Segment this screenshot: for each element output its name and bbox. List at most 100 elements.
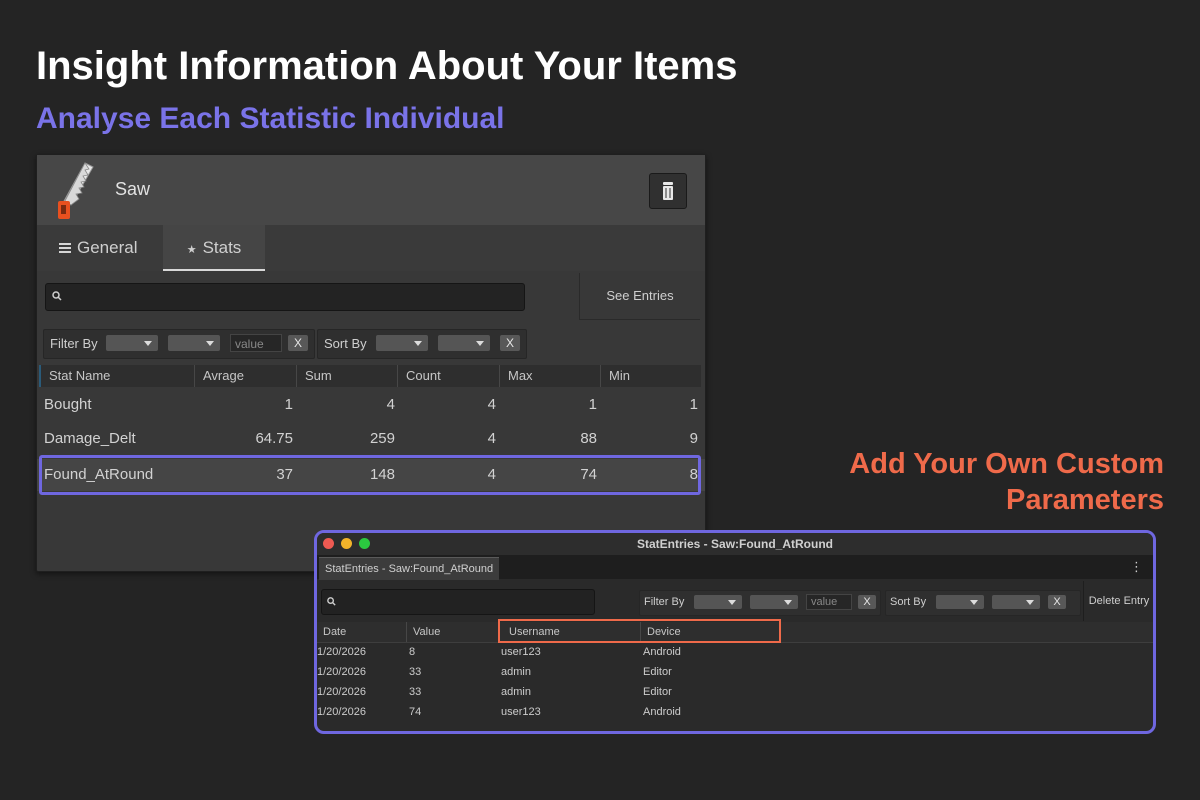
entries-filter-group: Filter By value X — [639, 590, 881, 616]
tab-stats-label: Stats — [202, 238, 242, 257]
tab-general[interactable]: General — [59, 225, 137, 271]
table-row[interactable]: Damage_Delt 64.75 259 4 88 9 — [37, 423, 705, 455]
entry-value: 33 — [409, 666, 422, 678]
entry-username: user123 — [501, 706, 541, 718]
sort-group: Sort By X — [317, 329, 527, 359]
column-header[interactable]: Count — [398, 365, 500, 387]
sort-clear-button[interactable]: X — [500, 335, 520, 351]
filter-value-input[interactable]: value — [806, 594, 852, 610]
entry-value: 8 — [409, 646, 416, 658]
filter-clear-button[interactable]: X — [858, 595, 876, 609]
filter-group: Filter By value X — [43, 329, 315, 359]
entry-date: 1/20/2026 — [317, 686, 366, 698]
entry-value: 33 — [409, 686, 422, 698]
window-titlebar: StatEntries - Saw:Found_AtRound — [317, 533, 1153, 555]
saw-icon — [58, 162, 94, 219]
stat-min: 9 — [689, 430, 698, 447]
entry-username: user123 — [501, 646, 541, 658]
filter-label: Filter By — [644, 596, 685, 608]
entry-device: Android — [643, 646, 681, 658]
list-icon — [59, 243, 71, 253]
sort-order-dropdown[interactable] — [438, 335, 490, 351]
trash-icon — [663, 182, 673, 200]
stat-sum: 259 — [369, 430, 395, 447]
kebab-icon[interactable]: ⋮ — [1130, 559, 1143, 575]
chevron-down-icon — [728, 600, 736, 605]
search-icon — [52, 291, 62, 301]
window-title: StatEntries - Saw:Found_AtRound — [637, 537, 833, 551]
item-name: Saw — [115, 179, 151, 199]
table-row[interactable]: 1/20/2026 74 user123 Android — [317, 702, 1153, 722]
stat-average: 64.75 — [255, 430, 293, 447]
stats-search-input[interactable] — [45, 283, 525, 311]
delete-item-button[interactable] — [649, 173, 687, 209]
entries-sort-group: Sort By X — [885, 590, 1081, 616]
custom-params-title-line-2: Parameters — [1006, 484, 1164, 516]
filter-operator-dropdown[interactable] — [750, 595, 798, 609]
column-header[interactable]: Max — [500, 365, 601, 387]
chevron-down-icon — [476, 341, 484, 346]
filter-operator-dropdown[interactable] — [168, 335, 220, 351]
star-icon: ★ — [186, 244, 197, 256]
item-stats-panel: Saw General ★ Stats See Entries Filter B… — [36, 154, 706, 572]
stat-entries-window: StatEntries - Saw:Found_AtRound StatEntr… — [314, 530, 1156, 734]
sort-clear-button[interactable]: X — [1048, 595, 1066, 609]
selected-row-highlight — [39, 455, 701, 495]
stat-count: 4 — [487, 396, 496, 413]
stats-table-header: Stat Name Avrage Sum Count Max Min — [39, 365, 701, 387]
column-header[interactable]: Sum — [297, 365, 398, 387]
entry-device: Editor — [643, 686, 672, 698]
custom-params-title-line-1: Add Your Own Custom — [849, 448, 1164, 480]
stat-max: 88 — [580, 430, 597, 447]
tab-stats[interactable]: ★ Stats — [163, 225, 265, 271]
stat-average: 1 — [284, 396, 293, 413]
chevron-down-icon — [144, 341, 152, 346]
entry-username: admin — [501, 666, 531, 678]
entries-search-input[interactable] — [321, 589, 595, 615]
stat-name: Damage_Delt — [44, 430, 136, 447]
sort-order-dropdown[interactable] — [992, 595, 1040, 609]
table-row[interactable]: Bought 1 4 4 1 1 — [37, 389, 705, 421]
headline: Insight Information About Your Items — [36, 44, 738, 88]
filter-clear-button[interactable]: X — [288, 335, 308, 351]
filter-field-dropdown[interactable] — [106, 335, 158, 351]
stat-count: 4 — [487, 430, 496, 447]
tab-bar: General ★ Stats — [37, 225, 705, 271]
search-row: See Entries — [37, 273, 705, 321]
tab-general-label: General — [77, 238, 138, 257]
chevron-down-icon — [784, 600, 792, 605]
stat-min: 1 — [689, 396, 698, 413]
delete-entry-button[interactable]: Delete Entry — [1083, 581, 1153, 621]
entry-username: admin — [501, 686, 531, 698]
table-row[interactable]: 1/20/2026 8 user123 Android — [317, 642, 1153, 662]
chevron-down-icon — [970, 600, 978, 605]
entry-device: Editor — [643, 666, 672, 678]
column-header[interactable]: Value — [407, 622, 499, 642]
sort-label: Sort By — [324, 336, 367, 351]
window-tab[interactable]: StatEntries - Saw:Found_AtRound — [319, 557, 500, 580]
chevron-down-icon — [414, 341, 422, 346]
custom-params-title: Add Your Own Custom Parameters — [849, 446, 1164, 518]
filter-value-input[interactable]: value — [230, 334, 282, 352]
column-header[interactable]: Avrage — [195, 365, 297, 387]
entry-device: Android — [643, 706, 681, 718]
see-entries-button[interactable]: See Entries — [579, 273, 700, 320]
sort-field-dropdown[interactable] — [376, 335, 428, 351]
sort-field-dropdown[interactable] — [936, 595, 984, 609]
stat-max: 1 — [588, 396, 597, 413]
stat-name: Bought — [44, 396, 92, 413]
filter-field-dropdown[interactable] — [694, 595, 742, 609]
entry-date: 1/20/2026 — [317, 706, 366, 718]
custom-columns-highlight — [498, 619, 781, 643]
entry-date: 1/20/2026 — [317, 646, 366, 658]
stat-sum: 4 — [386, 396, 395, 413]
subheadline: Analyse Each Statistic Individual — [36, 102, 505, 135]
filter-label: Filter By — [50, 336, 98, 351]
column-header[interactable]: Min — [601, 365, 701, 387]
column-header[interactable]: Date — [317, 622, 407, 642]
column-header[interactable]: Stat Name — [41, 365, 195, 387]
table-row[interactable]: 1/20/2026 33 admin Editor — [317, 662, 1153, 682]
item-header: Saw — [37, 155, 705, 225]
table-row[interactable]: 1/20/2026 33 admin Editor — [317, 682, 1153, 702]
chevron-down-icon — [1026, 600, 1034, 605]
